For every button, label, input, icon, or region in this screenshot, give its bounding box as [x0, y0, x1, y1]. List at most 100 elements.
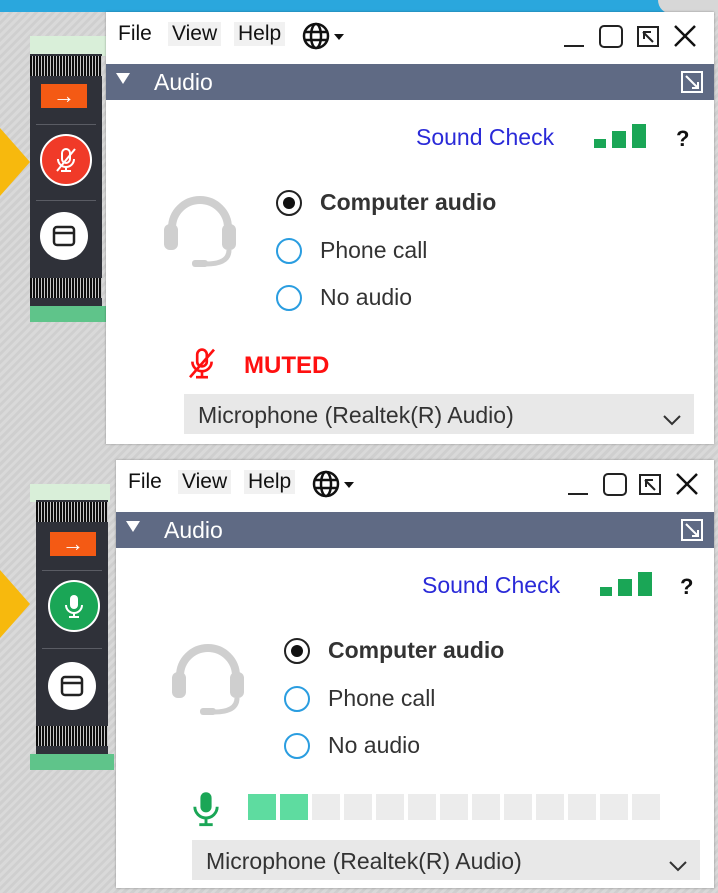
- help-button[interactable]: ?: [676, 126, 689, 152]
- microphone-select[interactable]: Microphone (Realtek(R) Audio): [192, 840, 700, 880]
- content-strip: [30, 306, 110, 322]
- panel-title: Audio: [164, 517, 223, 543]
- option-label: Phone call: [328, 685, 436, 711]
- sound-check-link[interactable]: Sound Check: [422, 572, 560, 599]
- minimize-button[interactable]: [562, 23, 586, 54]
- window-button[interactable]: [48, 662, 96, 710]
- audio-window-unmuted: File View Help Audio Sound Check ? Compu…: [116, 460, 714, 888]
- globe-icon: [312, 470, 354, 498]
- mic-on-button[interactable]: [48, 580, 100, 632]
- separator: [42, 570, 102, 571]
- level-segment: [248, 794, 276, 820]
- grab-handle[interactable]: [36, 502, 108, 522]
- content-strip: [30, 36, 110, 56]
- microphone-value: Microphone (Realtek(R) Audio): [198, 402, 514, 428]
- menu-file[interactable]: File: [118, 22, 152, 46]
- menu-help[interactable]: Help: [244, 470, 296, 494]
- radio-computer-audio[interactable]: [284, 637, 310, 664]
- globe-icon: [302, 22, 344, 50]
- close-icon: [676, 473, 698, 495]
- option-no-audio[interactable]: No audio: [276, 284, 412, 311]
- expand-panel-button[interactable]: [680, 70, 704, 100]
- option-no-audio[interactable]: No audio: [284, 732, 420, 759]
- radio-phone-call[interactable]: [284, 685, 310, 712]
- maximize-button[interactable]: [602, 471, 628, 502]
- mic-level-meter: [248, 794, 660, 820]
- radio-no-audio[interactable]: [284, 732, 310, 759]
- popout-icon: [681, 71, 703, 93]
- popout-button[interactable]: [636, 23, 660, 54]
- chevron-down-icon: [668, 852, 688, 879]
- level-segment: [280, 794, 308, 820]
- radio-no-audio[interactable]: [276, 284, 302, 311]
- separator: [36, 124, 96, 125]
- separator: [36, 200, 96, 201]
- collapse-caret-icon[interactable]: [126, 521, 140, 532]
- language-menu[interactable]: [302, 22, 348, 55]
- expand-panel-button[interactable]: [680, 518, 704, 548]
- chevron-down-icon: [662, 406, 682, 433]
- option-phone-call[interactable]: Phone call: [276, 237, 427, 264]
- signal-strength-icon: [594, 124, 648, 153]
- mic-muted-button[interactable]: [40, 134, 92, 186]
- level-segment: [440, 794, 468, 820]
- arrow-button[interactable]: →: [41, 84, 87, 108]
- grab-handle[interactable]: [30, 278, 102, 298]
- pointer-arrow: [0, 128, 30, 196]
- option-phone-call[interactable]: Phone call: [284, 685, 435, 712]
- close-button[interactable]: [674, 471, 700, 502]
- panel-header[interactable]: Audio: [116, 512, 714, 548]
- mic-off-icon[interactable]: [184, 346, 220, 387]
- maximize-icon: [603, 473, 627, 496]
- option-computer-audio[interactable]: Computer audio: [284, 637, 504, 664]
- radio-computer-audio[interactable]: [276, 189, 302, 216]
- grab-handle[interactable]: [30, 56, 102, 76]
- maximize-icon: [599, 25, 623, 48]
- collapse-caret-icon[interactable]: [116, 73, 130, 84]
- popout-icon: [681, 519, 703, 541]
- window-button[interactable]: [40, 212, 88, 260]
- microphone-select[interactable]: Microphone (Realtek(R) Audio): [184, 394, 694, 434]
- option-label: Computer audio: [320, 189, 497, 215]
- maximize-button[interactable]: [598, 23, 624, 54]
- help-button[interactable]: ?: [680, 574, 693, 600]
- signal-strength-icon: [600, 572, 654, 601]
- control-panel-bottom: →: [36, 500, 108, 756]
- level-segment: [568, 794, 596, 820]
- menu-bar: File View Help: [106, 12, 714, 60]
- level-segment: [536, 794, 564, 820]
- pointer-arrow: [0, 570, 30, 638]
- radio-phone-call[interactable]: [276, 237, 302, 264]
- close-button[interactable]: [672, 23, 698, 54]
- option-label: Phone call: [320, 237, 428, 263]
- menu-view[interactable]: View: [168, 22, 222, 46]
- minimize-icon: [568, 493, 588, 495]
- option-label: No audio: [320, 284, 413, 310]
- window-icon: [60, 675, 84, 697]
- top-strip: [0, 0, 718, 12]
- option-computer-audio[interactable]: Computer audio: [276, 189, 496, 216]
- popout-button[interactable]: [638, 471, 662, 502]
- grab-handle[interactable]: [36, 726, 108, 746]
- headset-icon: [168, 632, 248, 721]
- option-label: Computer audio: [328, 637, 505, 663]
- minimize-button[interactable]: [566, 471, 590, 502]
- menu-view[interactable]: View: [178, 470, 232, 494]
- panel-title: Audio: [154, 69, 213, 95]
- popout-icon: [639, 474, 661, 495]
- window-icon: [52, 225, 76, 247]
- mic-icon[interactable]: [190, 790, 222, 833]
- panel-header[interactable]: Audio: [106, 64, 714, 100]
- muted-status: MUTED: [244, 352, 330, 379]
- arrow-button[interactable]: →: [50, 532, 96, 556]
- mic-icon: [65, 595, 83, 618]
- language-menu[interactable]: [312, 470, 358, 503]
- menu-file[interactable]: File: [128, 470, 162, 494]
- content-strip: [30, 754, 114, 770]
- level-segment: [408, 794, 436, 820]
- popout-icon: [637, 26, 659, 47]
- sound-check-link[interactable]: Sound Check: [416, 124, 554, 151]
- menu-help[interactable]: Help: [234, 22, 286, 46]
- control-panel-top: →: [30, 54, 102, 308]
- audio-window-muted: File View Help Audio Sound Check ? Compu…: [106, 12, 714, 444]
